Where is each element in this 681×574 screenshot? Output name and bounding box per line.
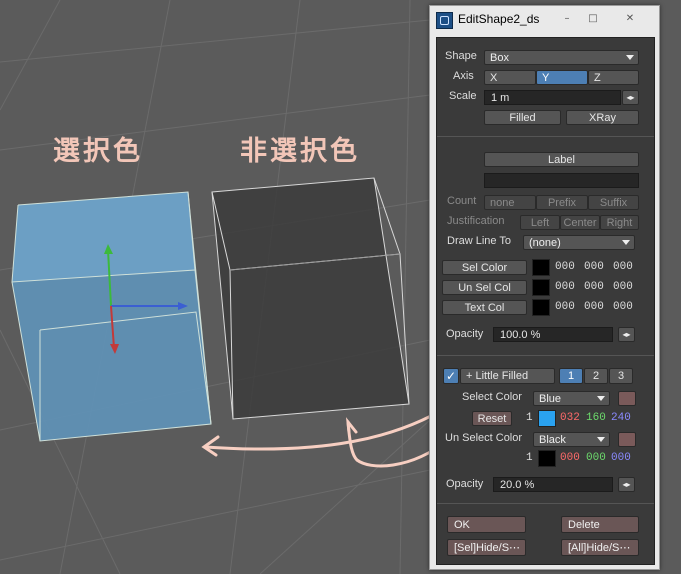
divider <box>437 355 654 356</box>
label-opacity-label: Opacity <box>446 328 484 340</box>
unselect-color-value: Black <box>539 434 566 446</box>
count-none-button[interactable]: none <box>484 195 536 210</box>
select-color-swatch[interactable] <box>538 410 556 427</box>
ok-button[interactable]: OK <box>447 516 526 533</box>
chevron-down-icon <box>597 437 605 442</box>
select-color-label: Select Color <box>462 391 522 403</box>
text-color-button[interactable]: Text Col <box>442 300 527 315</box>
justification-label: Justification <box>447 215 505 227</box>
sel-color-button[interactable]: Sel Color <box>442 260 527 275</box>
unselect-color-dropdown[interactable]: Black <box>533 432 610 447</box>
justify-left-button[interactable]: Left <box>520 215 560 230</box>
draw-line-label: Draw Line To <box>447 235 511 247</box>
sel-color-r: 000 <box>555 261 575 273</box>
axis-x-button[interactable]: X <box>484 70 536 85</box>
tab-1[interactable]: 1 <box>559 368 583 384</box>
label-opacity-field[interactable]: 100.0 % <box>493 327 613 342</box>
divider <box>437 503 654 504</box>
little-filled-button[interactable]: + Little Filled <box>460 368 555 384</box>
unselect-color-swatch[interactable] <box>538 450 556 467</box>
select-b: 240 <box>611 412 631 424</box>
draw-line-value: (none) <box>529 237 561 249</box>
editshape-panel: Shape Box Axis X Y Z Scale 1 m ◂▸ Filled… <box>436 37 655 565</box>
unselect-index: 1 <box>526 452 533 464</box>
justify-center-button[interactable]: Center <box>560 215 600 230</box>
unsel-color-swatch[interactable] <box>532 279 550 296</box>
shape-label: Shape <box>445 50 477 62</box>
select-index: 1 <box>526 412 533 424</box>
scale-label: Scale <box>449 90 477 102</box>
select-color-dropdown[interactable]: Blue <box>533 391 610 406</box>
fill-opacity-spinner-icon[interactable]: ◂▸ <box>618 477 635 492</box>
label-button[interactable]: Label <box>484 152 639 167</box>
shape-dropdown[interactable]: Box <box>484 50 639 65</box>
axis-label: Axis <box>453 70 474 82</box>
chevron-down-icon <box>626 55 634 60</box>
unsel-color-r: 000 <box>555 281 575 293</box>
app-icon <box>436 12 453 29</box>
shape-value: Box <box>490 52 509 64</box>
count-label: Count <box>447 195 477 207</box>
text-color-swatch[interactable] <box>532 299 550 316</box>
label-text-field[interactable] <box>484 173 639 188</box>
tab-2[interactable]: 2 <box>584 368 608 384</box>
sel-color-g: 000 <box>584 261 604 273</box>
chevron-down-icon <box>622 240 630 245</box>
draw-line-dropdown[interactable]: (none) <box>523 235 635 250</box>
sel-color-swatch[interactable] <box>532 259 550 276</box>
unsel-color-g: 000 <box>584 281 604 293</box>
reset-button[interactable]: Reset <box>472 411 512 426</box>
window-title: EditShape2_ds <box>458 12 540 26</box>
maximize-icon[interactable]: □ <box>583 12 603 26</box>
unsel-color-button[interactable]: Un Sel Col <box>442 280 527 295</box>
unselect-b: 000 <box>611 452 631 464</box>
scale-field[interactable]: 1 m <box>484 90 621 105</box>
unselect-r: 000 <box>560 452 580 464</box>
minimize-icon[interactable]: – <box>557 12 577 26</box>
select-color-picker[interactable] <box>618 391 636 406</box>
chevron-down-icon <box>597 396 605 401</box>
unselected-color-annotation: 非選択色 <box>240 136 360 167</box>
scale-spinner-icon[interactable]: ◂▸ <box>622 90 639 105</box>
count-prefix-button[interactable]: Prefix <box>536 195 588 210</box>
justify-right-button[interactable]: Right <box>600 215 639 230</box>
divider <box>437 136 654 137</box>
editshape-window: EditShape2_ds – □ ✕ Shape Box Axis X Y Z… <box>429 5 660 570</box>
sel-color-b: 000 <box>613 261 633 273</box>
unselect-color-picker[interactable] <box>618 432 636 447</box>
unselected-cube[interactable] <box>211 177 410 420</box>
label-opacity-spinner-icon[interactable]: ◂▸ <box>618 327 635 342</box>
unselect-g: 000 <box>586 452 606 464</box>
text-color-b: 000 <box>613 301 633 313</box>
select-g: 160 <box>586 412 606 424</box>
xray-button[interactable]: XRay <box>566 110 639 125</box>
select-color-value: Blue <box>539 393 562 405</box>
delete-button[interactable]: Delete <box>561 516 639 533</box>
tab-3[interactable]: 3 <box>609 368 633 384</box>
selected-color-annotation: 選択色 <box>53 136 143 167</box>
title-bar[interactable]: EditShape2_ds – □ ✕ <box>430 6 659 33</box>
count-suffix-button[interactable]: Suffix <box>588 195 639 210</box>
axis-z-button[interactable]: Z <box>588 70 639 85</box>
unsel-color-b: 000 <box>613 281 633 293</box>
axis-y-button[interactable]: Y <box>536 70 588 85</box>
fill-opacity-label: Opacity <box>446 478 484 490</box>
select-r: 032 <box>560 412 580 424</box>
sel-hide-show-button[interactable]: [Sel]Hide/S⋯ <box>447 539 526 556</box>
text-color-r: 000 <box>555 301 575 313</box>
little-filled-checkbox[interactable]: ✓ <box>443 368 459 384</box>
unselect-color-label: Un Select Color <box>445 432 523 444</box>
fill-opacity-field[interactable]: 20.0 % <box>493 477 613 492</box>
close-icon[interactable]: ✕ <box>620 12 640 26</box>
filled-button[interactable]: Filled <box>484 110 561 125</box>
text-color-g: 000 <box>584 301 604 313</box>
all-hide-show-button[interactable]: [All]Hide/S⋯ <box>561 539 639 556</box>
